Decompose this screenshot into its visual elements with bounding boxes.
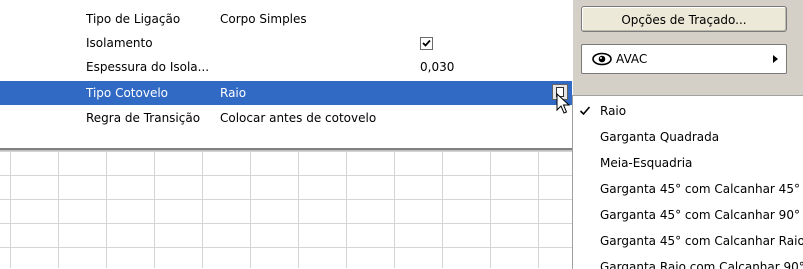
- submenu-arrow-icon: [773, 55, 778, 63]
- property-value[interactable]: 0,030: [420, 56, 454, 79]
- avac-label: AVAC: [616, 52, 648, 66]
- property-row-tipo-ligacao[interactable]: Tipo de Ligação Corpo Simples: [0, 8, 572, 31]
- checkmark-icon: [422, 39, 431, 47]
- menu-item-label: Garganta 45° com Calcanhar Raio: [600, 234, 803, 248]
- opcoes-tracado-button[interactable]: Opções de Traçado...: [581, 6, 787, 32]
- property-value[interactable]: Colocar antes de cotovelo: [220, 107, 376, 130]
- menu-item-label: Meia-Esquadria: [600, 156, 693, 170]
- property-label: Tipo de Ligação: [86, 12, 181, 26]
- right-palette: Opções de Traçado... AVAC: [572, 0, 803, 95]
- isolamento-checkbox[interactable]: [420, 37, 433, 50]
- property-value[interactable]: Raio: [220, 81, 246, 105]
- eye-icon: [592, 52, 612, 69]
- menu-item-label: Garganta 45° com Calcanhar 45°: [600, 182, 800, 196]
- property-label: Tipo Cotovelo: [86, 86, 168, 100]
- avac-button[interactable]: AVAC: [581, 44, 787, 74]
- property-row-regra-transicao[interactable]: Regra de Transição Colocar antes de coto…: [0, 107, 572, 130]
- property-label: Espessura do Isola...: [86, 60, 210, 74]
- menu-item-label: Raio: [600, 104, 627, 118]
- menu-item-label: Garganta Quadrada: [600, 130, 720, 144]
- menu-item-label: Garganta Raio com Calcanhar 90°: [600, 260, 803, 269]
- property-value[interactable]: Corpo Simples: [220, 8, 307, 31]
- property-label: Regra de Transição: [86, 111, 201, 125]
- property-row-tipo-cotovelo[interactable]: Tipo Cotovelo Raio: [0, 81, 572, 105]
- cotovelo-dropdown-menu: Raio Garganta Quadrada Meia-Esquadria Ga…: [572, 95, 803, 269]
- property-panel: Tipo de Ligação Corpo Simples Isolamento…: [0, 0, 573, 150]
- property-row-isolamento[interactable]: Isolamento: [0, 32, 572, 55]
- mouse-cursor-icon: [556, 93, 570, 114]
- property-label: Isolamento: [86, 36, 153, 50]
- menu-item-label: Garganta 45° com Calcanhar 90°: [600, 208, 800, 222]
- property-row-espessura-isolamento[interactable]: Espessura do Isola... 0,030: [0, 56, 572, 79]
